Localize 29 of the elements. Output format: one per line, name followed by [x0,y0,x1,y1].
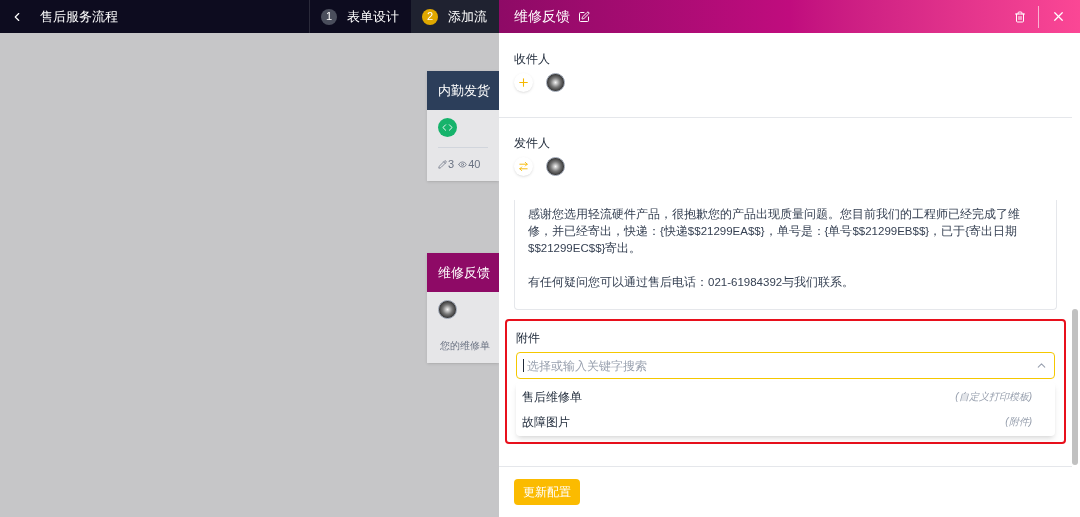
attachment-label: 附件 [516,330,541,347]
view-count: 40 [458,156,481,173]
switch-icon[interactable] [514,157,533,176]
step-tab[interactable]: 2 添加流 [411,0,499,33]
delete-icon[interactable] [1014,10,1026,23]
avatar-icon [546,157,565,176]
message-box[interactable]: 感谢您选用轻流硬件产品，很抱歉您的产品出现质量问题。您目前我们的工程师已经完成了维修，并已经寄出，快递：{快递$$21299EA$$}，单号是：{单号$$21299EB$$}，已于{寄出日期$$21299EC$$}寄出。 有任何疑问您可以通过售后电话：021-61984392与我们联系。 [514,200,1057,310]
sender-label: 发件人 [514,135,551,152]
avatar-icon [438,300,457,319]
message-paragraph: 感谢您选用轻流硬件产品，很抱歉您的产品出现质量问题。您目前我们的工程师已经完成了维修，并已经寄出，快递：{快递$$21299EA$$}，单号是：{单号$$21299EB$$}，已于{寄出日期$$21299EC$$}寄出。 [528,207,1021,256]
flow-title: 售后服务流程 [40,7,118,26]
panel-title: 维修反馈 [514,7,570,26]
add-icon[interactable] [514,73,533,92]
dropdown-option[interactable]: 售后维修单 (自定义打印模板) [516,384,1055,409]
node-note: 您的维修单 [439,339,488,353]
avatar-icon [546,73,565,92]
edit-count: 3 [438,156,455,173]
close-icon[interactable] [1051,9,1066,24]
scrollbar[interactable] [1072,309,1078,465]
recipients-label: 收件人 [514,51,551,68]
node-title: 维修反馈 [438,263,490,282]
step-tab[interactable]: 1 表单设计 [310,0,411,33]
flow-node[interactable]: 维修反馈 您的维修单 [427,253,499,363]
message-paragraph: 有任何疑问您可以通过售后电话：021-61984392与我们联系。 [528,275,856,290]
dropdown-option[interactable]: 故障图片 (附件) [516,409,1055,434]
flow-node[interactable]: 内勤发货 3 40 [427,71,499,181]
node-title: 内勤发货 [438,81,490,100]
code-icon [438,118,457,137]
edit-icon[interactable] [578,10,590,23]
